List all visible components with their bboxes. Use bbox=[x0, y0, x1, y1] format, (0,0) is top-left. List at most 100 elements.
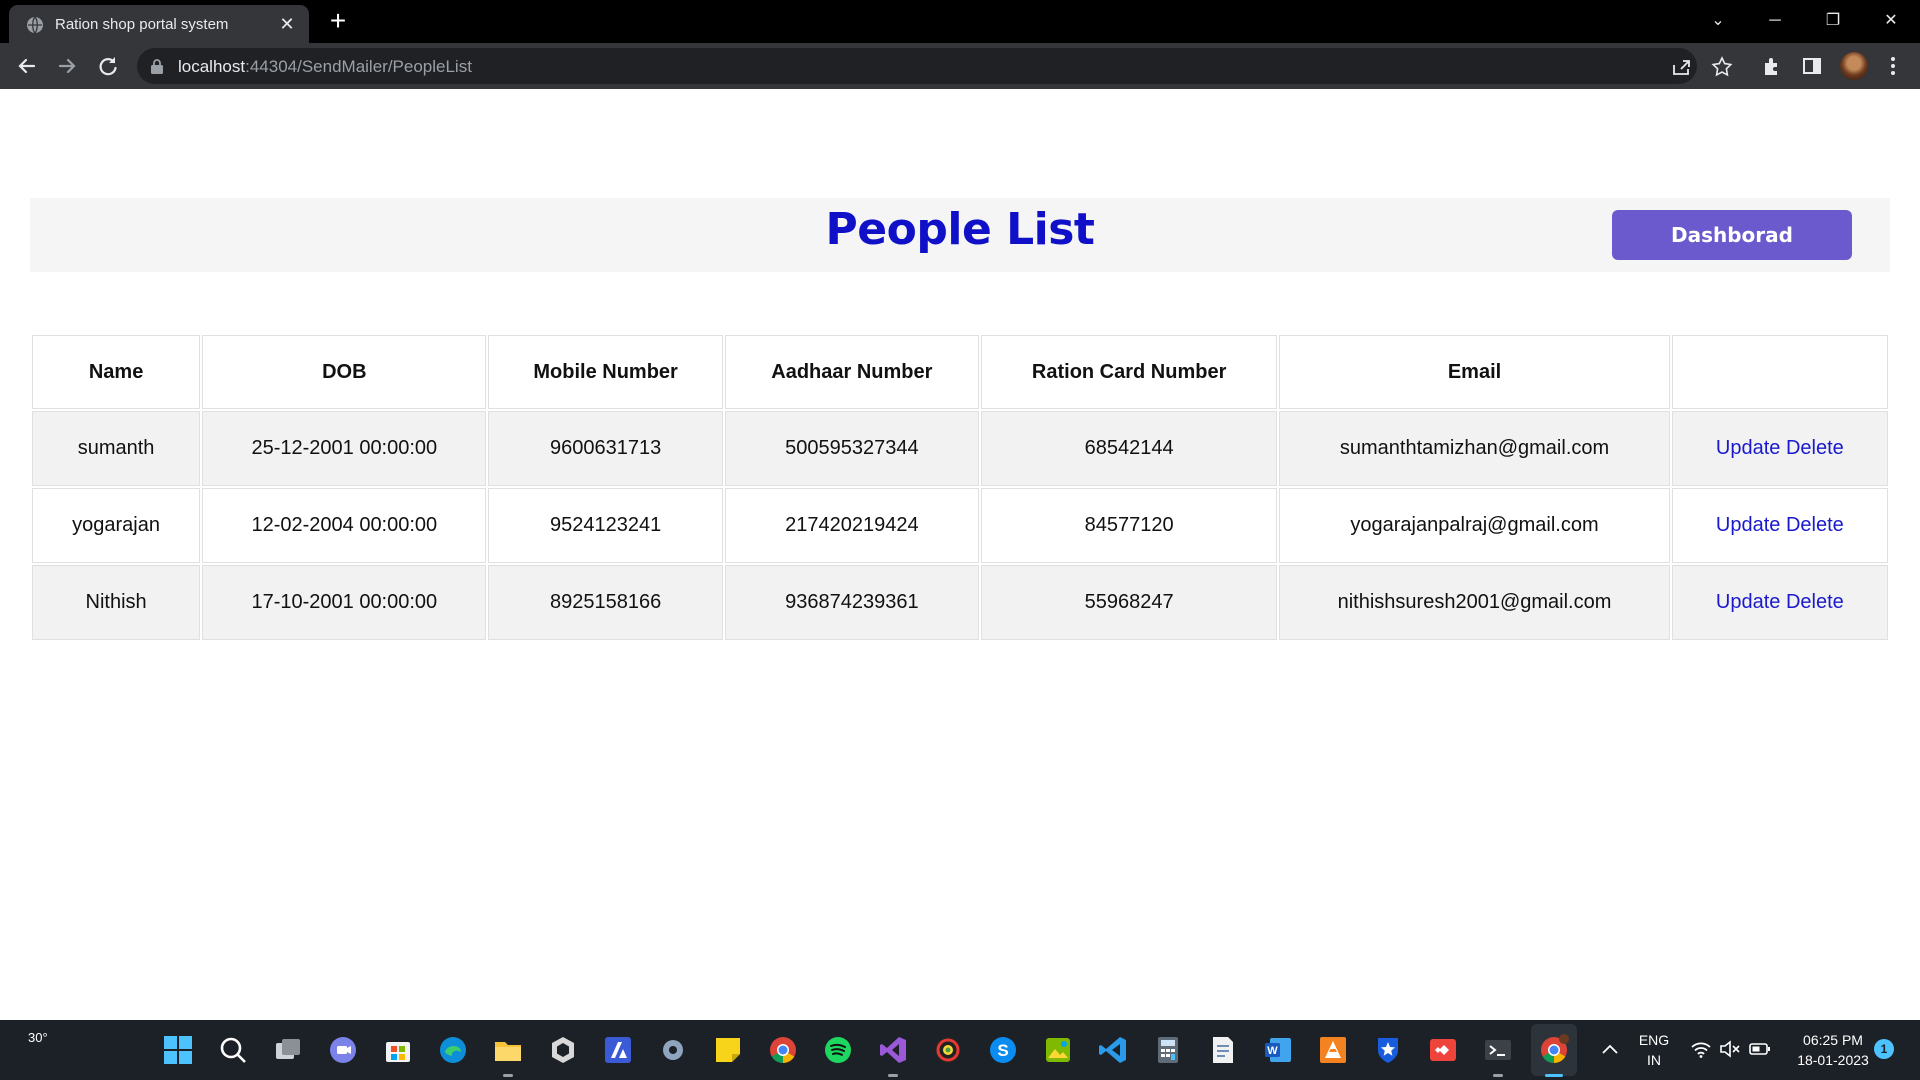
menu-kebab-icon[interactable] bbox=[1882, 55, 1904, 77]
header-email: Email bbox=[1279, 335, 1670, 409]
notification-badge[interactable]: 1 bbox=[1874, 1039, 1894, 1059]
start-icon[interactable] bbox=[162, 1034, 194, 1066]
clock-date[interactable]: 18-01-2023 bbox=[1790, 1052, 1876, 1068]
cell-dob: 12-02-2004 00:00:00 bbox=[202, 488, 487, 563]
table-row: yogarajan 12-02-2004 00:00:00 9524123241… bbox=[32, 488, 1888, 563]
table-row: sumanth 25-12-2001 00:00:00 9600631713 5… bbox=[32, 411, 1888, 486]
dashboard-button[interactable]: Dashborad bbox=[1612, 210, 1852, 260]
cell-name: Nithish bbox=[32, 565, 201, 640]
unity-icon[interactable] bbox=[547, 1034, 579, 1066]
svg-text:S: S bbox=[997, 1041, 1008, 1060]
reload-icon[interactable] bbox=[93, 51, 123, 81]
taskbar: 30° S W ENG IN 06:25 PM 18-01-2023 1 bbox=[0, 1020, 1920, 1080]
cell-name: yogarajan bbox=[32, 488, 201, 563]
active-indicator bbox=[1545, 1074, 1563, 1077]
word-icon[interactable]: W bbox=[1262, 1034, 1294, 1066]
task-view-icon[interactable] bbox=[272, 1034, 304, 1066]
skype-icon[interactable]: S bbox=[987, 1034, 1019, 1066]
browser-tab[interactable]: Ration shop portal system ✕ bbox=[9, 5, 309, 43]
notepad-icon[interactable] bbox=[1207, 1034, 1239, 1066]
globe-icon bbox=[27, 16, 43, 34]
header-mobile: Mobile Number bbox=[488, 335, 723, 409]
cell-mobile: 8925158166 bbox=[488, 565, 723, 640]
people-table: Name DOB Mobile Number Aadhaar Number Ra… bbox=[30, 333, 1890, 642]
vlc-icon[interactable] bbox=[1317, 1034, 1349, 1066]
close-window-icon[interactable]: ✕ bbox=[1873, 6, 1909, 36]
cell-actions: Update Delete bbox=[1671, 488, 1888, 563]
photos-icon[interactable] bbox=[1042, 1034, 1074, 1066]
table-header-row: Name DOB Mobile Number Aadhaar Number Ra… bbox=[32, 335, 1888, 409]
url-text[interactable]: localhost:44304/SendMailer/PeopleList bbox=[178, 57, 472, 77]
minimize-icon[interactable]: ─ bbox=[1757, 6, 1793, 36]
chrome-active-icon[interactable] bbox=[1538, 1034, 1570, 1066]
svg-text:W: W bbox=[1267, 1045, 1278, 1057]
visual-studio-icon[interactable] bbox=[877, 1034, 909, 1066]
cell-mobile: 9524123241 bbox=[488, 488, 723, 563]
chrome-icon[interactable] bbox=[767, 1034, 799, 1066]
bitwarden-icon[interactable] bbox=[1372, 1034, 1404, 1066]
cell-email: sumanthtamizhan@gmail.com bbox=[1279, 411, 1670, 486]
azure-icon[interactable] bbox=[602, 1034, 634, 1066]
address-bar[interactable]: localhost:44304/SendMailer/PeopleList bbox=[137, 48, 1733, 84]
calculator-icon[interactable] bbox=[1152, 1034, 1184, 1066]
language-line2[interactable]: IN bbox=[1636, 1052, 1672, 1068]
teams-icon[interactable] bbox=[327, 1034, 359, 1066]
battery-icon[interactable] bbox=[1749, 1041, 1771, 1057]
browser-titlebar: Ration shop portal system ✕ + ⌄ ─ ❐ ✕ bbox=[0, 0, 1920, 43]
new-tab-icon[interactable]: + bbox=[324, 7, 352, 36]
anydesk-icon[interactable] bbox=[1427, 1034, 1459, 1066]
update-link[interactable]: Update bbox=[1716, 591, 1781, 613]
weather-widget[interactable]: 30° bbox=[28, 1030, 48, 1045]
settings-icon[interactable] bbox=[657, 1034, 689, 1066]
cell-dob: 17-10-2001 00:00:00 bbox=[202, 565, 487, 640]
restore-icon[interactable]: ❐ bbox=[1815, 6, 1851, 36]
close-tab-icon[interactable]: ✕ bbox=[277, 14, 297, 34]
chevron-up-icon[interactable] bbox=[1601, 1042, 1619, 1056]
header-dob: DOB bbox=[202, 335, 487, 409]
page-content: People List Dashborad Name DOB Mobile Nu… bbox=[0, 89, 1920, 1020]
cell-ration-card: 84577120 bbox=[980, 488, 1278, 563]
bookmark-star-icon[interactable] bbox=[1711, 56, 1733, 78]
language-line1[interactable]: ENG bbox=[1636, 1032, 1672, 1048]
search-icon[interactable] bbox=[217, 1034, 249, 1066]
cell-aadhaar: 500595327344 bbox=[724, 411, 979, 486]
page-header: People List Dashborad bbox=[30, 198, 1890, 272]
update-link[interactable]: Update bbox=[1716, 514, 1781, 536]
cell-actions: Update Delete bbox=[1671, 565, 1888, 640]
volume-muted-icon[interactable] bbox=[1719, 1040, 1741, 1058]
header-aadhaar: Aadhaar Number bbox=[724, 335, 979, 409]
side-panel-icon[interactable] bbox=[1801, 55, 1823, 77]
tab-title: Ration shop portal system bbox=[55, 16, 229, 33]
sticky-notes-icon[interactable] bbox=[712, 1034, 744, 1066]
store-icon[interactable] bbox=[382, 1034, 414, 1066]
wifi-icon[interactable] bbox=[1690, 1040, 1712, 1058]
terminal-icon[interactable] bbox=[1482, 1034, 1514, 1066]
cell-aadhaar: 936874239361 bbox=[724, 565, 979, 640]
tab-search-icon[interactable]: ⌄ bbox=[1700, 6, 1736, 36]
running-indicator bbox=[503, 1074, 513, 1077]
cell-name: sumanth bbox=[32, 411, 201, 486]
cell-email: nithishsuresh2001@gmail.com bbox=[1279, 565, 1670, 640]
forward-icon[interactable] bbox=[52, 51, 82, 81]
lock-icon[interactable] bbox=[150, 58, 164, 74]
header-actions bbox=[1671, 335, 1888, 409]
share-icon[interactable] bbox=[1670, 56, 1692, 78]
edge-icon[interactable] bbox=[437, 1034, 469, 1066]
back-icon[interactable] bbox=[12, 51, 42, 81]
extensions-icon[interactable] bbox=[1761, 55, 1783, 77]
table-row: Nithish 17-10-2001 00:00:00 8925158166 9… bbox=[32, 565, 1888, 640]
spotify-icon[interactable] bbox=[822, 1034, 854, 1066]
header-ration-card: Ration Card Number bbox=[980, 335, 1278, 409]
profile-avatar[interactable] bbox=[1840, 52, 1868, 80]
delete-link[interactable]: Delete bbox=[1786, 514, 1844, 536]
vscode-icon[interactable] bbox=[1097, 1034, 1129, 1066]
delete-link[interactable]: Delete bbox=[1786, 437, 1844, 459]
delete-link[interactable]: Delete bbox=[1786, 591, 1844, 613]
chrome-variant-icon[interactable] bbox=[932, 1034, 964, 1066]
cell-mobile: 9600631713 bbox=[488, 411, 723, 486]
running-indicator bbox=[888, 1074, 898, 1077]
cell-aadhaar: 217420219424 bbox=[724, 488, 979, 563]
file-explorer-icon[interactable] bbox=[492, 1034, 524, 1066]
clock-time[interactable]: 06:25 PM bbox=[1790, 1032, 1876, 1048]
update-link[interactable]: Update bbox=[1716, 437, 1781, 459]
